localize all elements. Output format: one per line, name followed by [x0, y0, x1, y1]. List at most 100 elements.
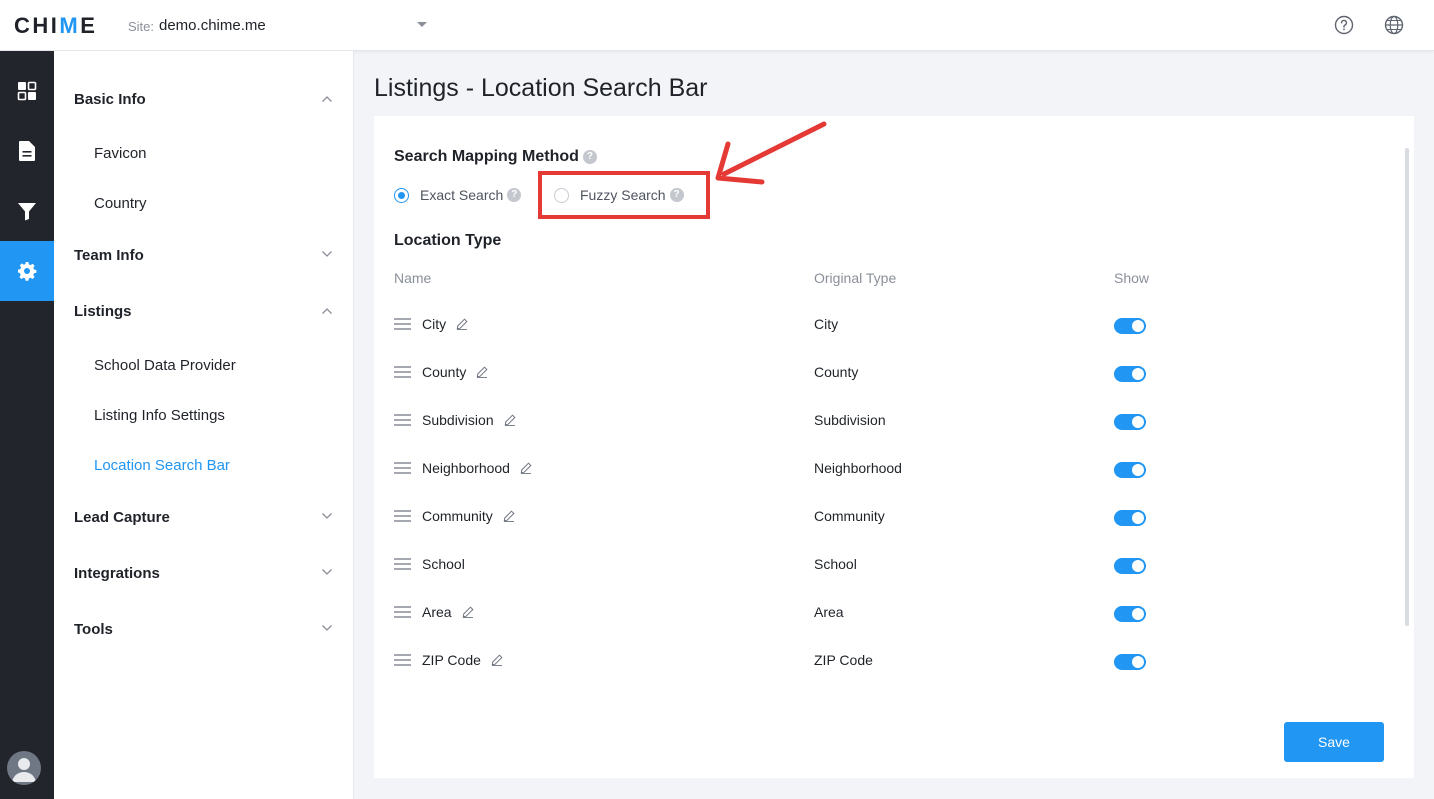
menu-group-integrations[interactable]: Integrations — [74, 565, 160, 582]
chevron-down-icon[interactable] — [321, 568, 333, 576]
table-row-name: School — [394, 556, 465, 572]
question-circle-icon[interactable] — [1334, 15, 1354, 35]
show-toggle[interactable] — [1114, 366, 1146, 382]
row-name-label: Community — [422, 508, 493, 524]
globe-icon[interactable] — [1384, 15, 1404, 35]
show-toggle[interactable] — [1114, 654, 1146, 670]
card-scrollbar[interactable] — [1405, 148, 1409, 626]
chevron-down-icon[interactable] — [321, 250, 333, 258]
document-icon — [19, 141, 35, 161]
row-original-type: City — [814, 316, 839, 332]
user-avatar-icon[interactable] — [7, 751, 41, 785]
menu-group-team-info[interactable]: Team Info — [74, 247, 144, 264]
annotation-arrow-icon — [715, 121, 827, 185]
menu-item-location-search-bar[interactable]: Location Search Bar — [94, 457, 230, 474]
table-row-name: Neighborhood — [394, 460, 532, 476]
column-header-original-type: Original Type — [814, 270, 897, 286]
chevron-down-icon[interactable] — [321, 624, 333, 632]
annotation-highlight-box — [538, 171, 710, 219]
row-name-label: Neighborhood — [422, 460, 510, 476]
column-header-name: Name — [394, 270, 432, 286]
edit-pencil-icon[interactable] — [504, 414, 516, 426]
menu-item-listing-info-settings[interactable]: Listing Info Settings — [94, 407, 225, 424]
edit-pencil-icon[interactable] — [503, 510, 515, 522]
logo-text-accent: M — [59, 13, 81, 38]
chime-logo[interactable]: CHIME — [14, 13, 97, 39]
row-name-label: City — [422, 316, 447, 332]
rail-item-settings[interactable] — [0, 241, 54, 301]
show-toggle[interactable] — [1114, 606, 1146, 622]
drag-handle-icon[interactable] — [394, 462, 411, 474]
row-original-type: County — [814, 364, 859, 380]
exact-search-label: Exact Search — [420, 187, 504, 203]
row-original-type: Community — [814, 508, 885, 524]
show-toggle[interactable] — [1114, 462, 1146, 478]
save-button[interactable]: Save — [1284, 722, 1384, 762]
table-row-name: Community — [394, 508, 515, 524]
row-name-label: Area — [422, 604, 452, 620]
chevron-up-icon[interactable] — [321, 95, 333, 103]
dashboard-icon — [17, 81, 37, 101]
filter-icon — [18, 203, 36, 221]
column-header-show: Show — [1114, 270, 1150, 286]
settings-menu: Basic Info Favicon Country Team Info Lis… — [54, 51, 354, 799]
table-row-name: County — [394, 364, 488, 380]
site-label: Site: — [128, 19, 155, 34]
row-original-type: School — [814, 556, 857, 572]
radio-checked-icon — [394, 187, 409, 203]
help-icon[interactable]: ? — [507, 188, 522, 202]
edit-pencil-icon[interactable] — [456, 318, 468, 330]
show-toggle[interactable] — [1114, 414, 1146, 430]
chevron-up-icon[interactable] — [321, 307, 333, 315]
drag-handle-icon[interactable] — [394, 654, 411, 666]
logo-text-start: CHI — [14, 13, 60, 38]
exact-search-radio[interactable]: Exact Search ? — [394, 187, 522, 203]
logo-text-end: E — [80, 13, 98, 38]
menu-group-tools[interactable]: Tools — [74, 621, 113, 638]
help-icon[interactable]: ? — [582, 149, 597, 164]
table-row-name: City — [394, 316, 468, 332]
row-original-type: ZIP Code — [814, 652, 873, 668]
row-original-type: Subdivision — [814, 412, 886, 428]
drag-handle-icon[interactable] — [394, 558, 411, 570]
row-name-label: County — [422, 364, 467, 380]
menu-item-school-data-provider[interactable]: School Data Provider — [94, 357, 236, 374]
rail-item-documents[interactable] — [0, 121, 54, 181]
chevron-down-icon[interactable] — [321, 512, 333, 520]
show-toggle[interactable] — [1114, 558, 1146, 574]
edit-pencil-icon[interactable] — [520, 462, 532, 474]
drag-handle-icon[interactable] — [394, 318, 411, 330]
menu-group-listings[interactable]: Listings — [74, 303, 132, 320]
menu-group-basic-info[interactable]: Basic Info — [74, 91, 146, 108]
site-dropdown-caret-icon[interactable] — [417, 22, 427, 27]
rail-item-filters[interactable] — [0, 181, 54, 241]
drag-handle-icon[interactable] — [394, 414, 411, 426]
row-original-type: Neighborhood — [814, 460, 902, 476]
menu-item-favicon[interactable]: Favicon — [94, 145, 147, 162]
row-name-label: Subdivision — [422, 412, 494, 428]
search-mapping-title-text: Search Mapping Method — [394, 148, 579, 165]
show-toggle[interactable] — [1114, 510, 1146, 526]
drag-handle-icon[interactable] — [394, 510, 411, 522]
gear-icon — [18, 262, 37, 281]
rail-item-dashboard[interactable] — [0, 61, 54, 121]
menu-group-lead-capture[interactable]: Lead Capture — [74, 509, 170, 526]
location-type-title: Location Type — [394, 232, 502, 249]
page-title: Listings - Location Search Bar — [374, 74, 708, 102]
edit-pencil-icon[interactable] — [491, 654, 503, 666]
drag-handle-icon[interactable] — [394, 606, 411, 618]
show-toggle[interactable] — [1114, 318, 1146, 334]
table-row-name: ZIP Code — [394, 652, 503, 668]
top-bar: CHIME Site: demo.chime.me — [0, 0, 1434, 51]
table-row-name: Area — [394, 604, 474, 620]
app-rail — [0, 51, 54, 799]
drag-handle-icon[interactable] — [394, 366, 411, 378]
row-original-type: Area — [814, 604, 844, 620]
settings-card: Search Mapping Method? Exact Search ? Fu… — [374, 116, 1414, 778]
edit-pencil-icon[interactable] — [462, 606, 474, 618]
table-row-name: Subdivision — [394, 412, 516, 428]
menu-item-country[interactable]: Country — [94, 195, 147, 212]
site-selector[interactable]: demo.chime.me — [159, 17, 266, 34]
edit-pencil-icon[interactable] — [476, 366, 488, 378]
search-mapping-title: Search Mapping Method? — [394, 148, 597, 166]
